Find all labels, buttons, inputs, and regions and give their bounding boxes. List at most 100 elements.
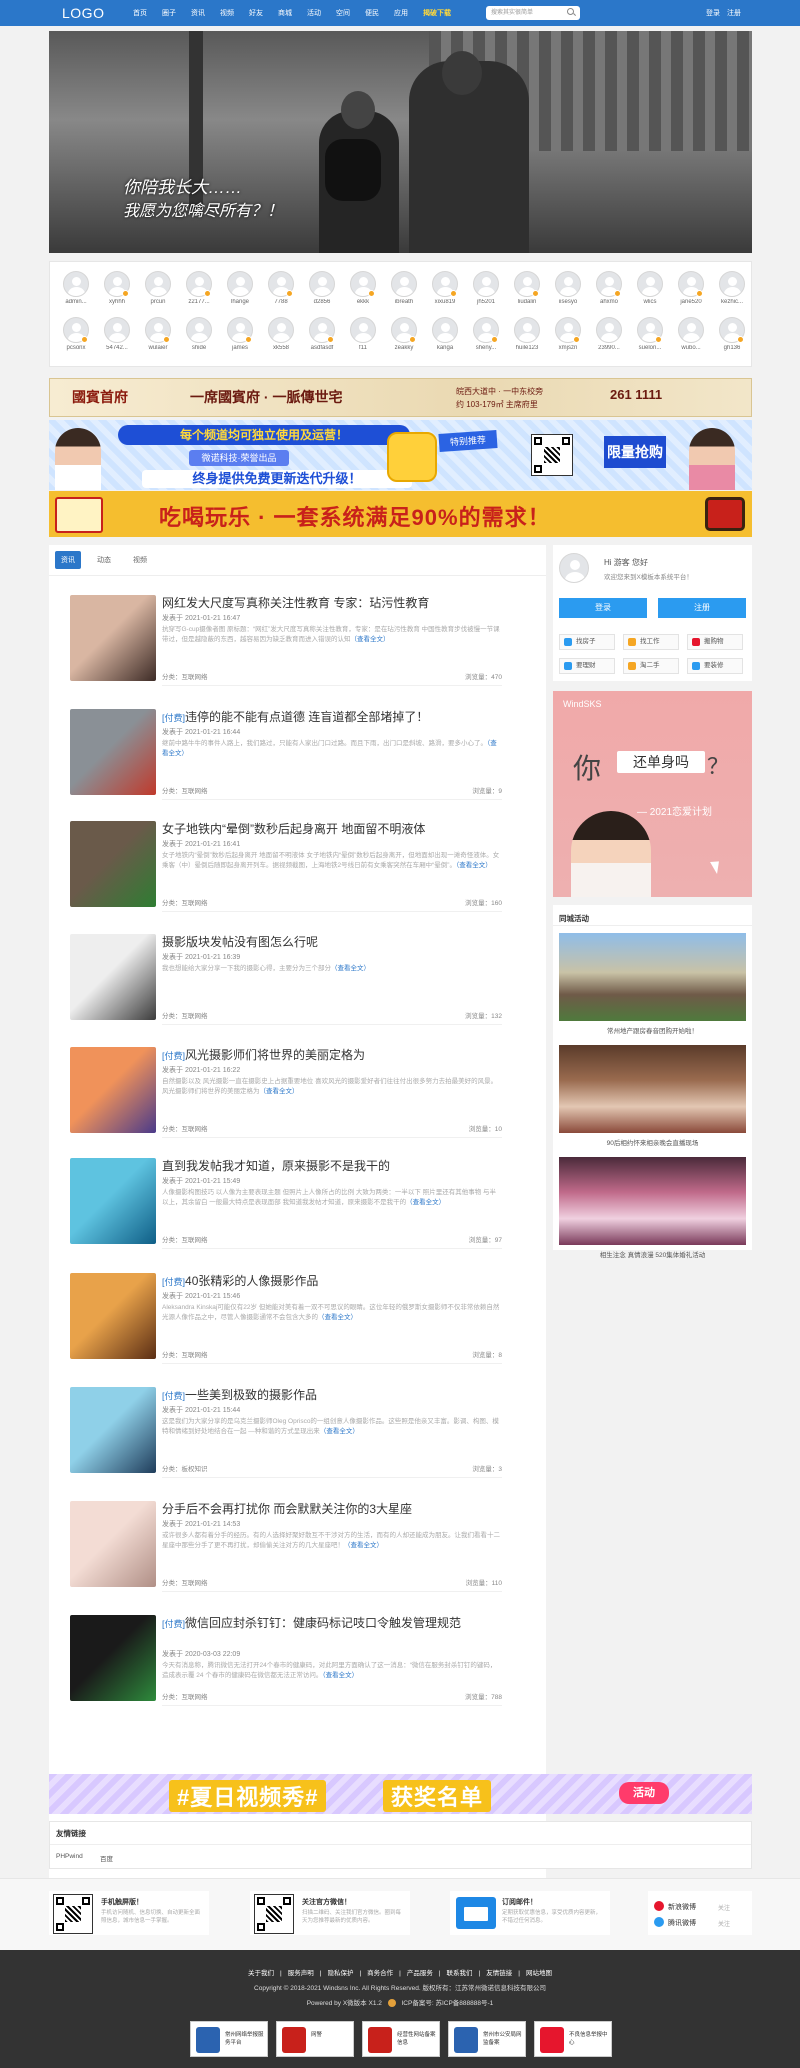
ad-banner-lifestyle[interactable]: 吃喝玩乐 · 一套系统满足90%的需求！ xyxy=(49,491,752,537)
post-title[interactable]: 女子地铁内“晕倒”数秒后起身离开 地面留不明液体 xyxy=(162,821,502,837)
post-category[interactable]: 分类：板权知识 xyxy=(162,1463,208,1473)
post-item[interactable]: 直到我发帖我才知道，原来摄影不是我干的 发表于 2021-01-21 15:49 人… xyxy=(70,1158,502,1268)
search-icon[interactable] xyxy=(567,8,574,15)
user-item[interactable]: prcun xyxy=(138,271,178,305)
hero-banner[interactable]: 你陪我长大…… 我愿为您噙尽所有？！ xyxy=(49,31,752,253)
tencent-weibo-label[interactable]: 腾讯微博 xyxy=(668,1918,696,1928)
sidebar-login-button[interactable]: 登录 xyxy=(559,598,647,618)
footer-link-3[interactable]: 商务合作 xyxy=(367,1970,393,1977)
nav-item-5[interactable]: 商城 xyxy=(278,8,292,18)
post-category[interactable]: 分类：互联网络 xyxy=(162,1123,208,1133)
user-item[interactable]: ibreath xyxy=(384,271,424,305)
friend-link-phpwind[interactable]: PHPwind xyxy=(56,1853,83,1860)
post-title[interactable]: [付费]一些美到极致的摄影作品 xyxy=(162,1387,502,1404)
footer-badge-3[interactable]: 常州市公安局网监备案 xyxy=(448,2021,526,2057)
sidebar-link-3[interactable]: 要理财 xyxy=(559,658,615,674)
post-thumbnail[interactable] xyxy=(70,1501,156,1587)
post-category[interactable]: 分类：互联网络 xyxy=(162,671,208,681)
ad-banner-real-estate[interactable]: 國賓首府 一席國賓府 · 一脈傳世宅 皖西大道中 · 一中东校旁 约 103-1… xyxy=(49,378,752,417)
read-more-link[interactable]: （查看全文） xyxy=(260,1088,299,1095)
sidebar-link-2[interactable]: 搬购物 xyxy=(687,634,743,650)
nav-item-7[interactable]: 空间 xyxy=(336,8,350,18)
footer-badge-1[interactable]: 网警 xyxy=(276,2021,354,2057)
user-item[interactable]: zeakky xyxy=(384,317,424,351)
post-category[interactable]: 分类：互联网络 xyxy=(162,1691,208,1701)
post-title[interactable]: [付费]40张精彩的人像摄影作品 xyxy=(162,1273,502,1290)
footer-link-6[interactable]: 友情链接 xyxy=(486,1970,512,1977)
post-thumbnail[interactable] xyxy=(70,595,156,681)
nav-item-1[interactable]: 圈子 xyxy=(162,8,176,18)
tab-0[interactable]: 资讯 xyxy=(55,551,81,569)
post-thumbnail[interactable] xyxy=(70,1047,156,1133)
post-thumbnail[interactable] xyxy=(70,1615,156,1701)
user-item[interactable]: 7788 xyxy=(261,271,301,305)
footer-badge-4[interactable]: 不良信息举报中心 xyxy=(534,2021,612,2057)
icp-text[interactable]: ICP备案号: 苏ICP备888888号-1 xyxy=(402,2000,494,2007)
user-item[interactable]: jane520 xyxy=(671,271,711,305)
post-thumbnail[interactable] xyxy=(70,934,156,1020)
post-title[interactable]: 直到我发帖我才知道，原来摄影不是我干的 xyxy=(162,1158,502,1174)
user-item[interactable]: suelon... xyxy=(630,317,670,351)
post-title[interactable]: [付费]风光摄影师们将世界的美丽定格为 xyxy=(162,1047,502,1064)
user-item[interactable]: liudalin xyxy=(507,271,547,305)
nav-item-3[interactable]: 视频 xyxy=(220,8,234,18)
activity-caption[interactable]: 常州地产跟房春音团购开始啦！ xyxy=(553,1025,752,1035)
nav-item-9[interactable]: 应用 xyxy=(394,8,408,18)
footer-link-5[interactable]: 联系我们 xyxy=(447,1970,473,1977)
register-link[interactable]: 注册 xyxy=(727,10,741,17)
activity-caption[interactable]: 90后相约怀来相亲晚会直播现场 xyxy=(553,1137,752,1147)
user-item[interactable]: kezhic... xyxy=(712,271,752,305)
post-category[interactable]: 分类：互联网络 xyxy=(162,785,208,795)
mobile-promo[interactable]: 手机触屏版！ 手机访问随机、信息切换、自动更新全面照信息，城市信息一手掌握。 xyxy=(49,1891,209,1935)
post-category[interactable]: 分类：互联网络 xyxy=(162,1577,208,1587)
read-more-link[interactable]: （查看全文） xyxy=(456,862,492,869)
tab-1[interactable]: 动态 xyxy=(91,551,117,569)
user-item[interactable]: ekkk xyxy=(343,271,383,305)
user-item[interactable]: admin... xyxy=(56,271,96,305)
sidebar-link-0[interactable]: 找房子 xyxy=(559,634,615,650)
activity-image[interactable] xyxy=(559,1157,746,1245)
nav-item-0[interactable]: 首页 xyxy=(133,8,147,18)
user-item[interactable]: wulaier xyxy=(138,317,178,351)
user-item[interactable]: ahxmo xyxy=(589,271,629,305)
friend-link-baidu[interactable]: 百度 xyxy=(100,1853,113,1863)
post-item[interactable]: 摄影版块发帖没有图怎么行呢 发表于 2021-01-21 16:39 我也想能给大家… xyxy=(70,934,502,1044)
tab-2[interactable]: 视频 xyxy=(127,551,153,569)
post-item[interactable]: [付费]微信回应封杀钉钉：健康码标记吱口令触发管理规范 发表于 2020-03-0… xyxy=(70,1615,502,1725)
user-item[interactable]: xyhhh xyxy=(97,271,137,305)
login-link[interactable]: 登录 xyxy=(706,10,720,17)
wechat-promo[interactable]: 关注官方微信！ 扫描二维码、关注我们官方微信。圈到每天为您推荐最新的优质内容。 xyxy=(250,1891,410,1935)
nav-item-6[interactable]: 活动 xyxy=(307,8,321,18)
footer-badge-0[interactable]: 常州网络举报服务平台 xyxy=(190,2021,268,2057)
post-title[interactable]: 摄影版块发帖没有图怎么行呢 xyxy=(162,934,502,950)
nav-item-8[interactable]: 便民 xyxy=(365,8,379,18)
nav-item-10[interactable]: 揭破下载 xyxy=(423,8,451,18)
user-item[interactable]: james xyxy=(220,317,260,351)
user-item[interactable]: xmjszn xyxy=(548,317,588,351)
user-item[interactable]: pcsonx xyxy=(56,317,96,351)
user-item[interactable]: shide xyxy=(179,317,219,351)
footer-badge-2[interactable]: 经营性网站备案信息 xyxy=(362,2021,440,2057)
read-more-link[interactable]: （查看全文） xyxy=(331,965,370,972)
sidebar-link-4[interactable]: 淘二手 xyxy=(623,658,679,674)
user-item[interactable]: jh5201 xyxy=(466,271,506,305)
post-category[interactable]: 分类：互联网络 xyxy=(162,1010,208,1020)
user-item[interactable]: f11 xyxy=(343,317,383,351)
post-item[interactable]: [付费]一些美到极致的摄影作品 发表于 2021-01-21 15:44 这是我们为… xyxy=(70,1387,502,1497)
read-more-link[interactable]: （查看全文） xyxy=(406,1199,445,1206)
ad-banner-dating[interactable]: WindSKS 你 还单身吗 ？ — 2021恋爱计划 xyxy=(553,691,752,897)
sidebar-link-5[interactable]: 要装修 xyxy=(687,658,743,674)
footer-link-2[interactable]: 隐私保护 xyxy=(327,1970,353,1977)
sidebar-register-button[interactable]: 注册 xyxy=(658,598,746,618)
site-logo[interactable]: LOGO xyxy=(62,5,104,21)
post-title[interactable]: [付费]违停的能不能有点道德 连盲道都全部堵掉了！ xyxy=(162,709,502,726)
user-item[interactable]: wubo... xyxy=(671,317,711,351)
post-item[interactable]: [付费]违停的能不能有点道德 连盲道都全部堵掉了！ 发表于 2021-01-21 … xyxy=(70,709,502,819)
post-category[interactable]: 分类：互联网络 xyxy=(162,1349,208,1359)
user-item[interactable]: xixu819 xyxy=(425,271,465,305)
post-item[interactable]: [付费]40张精彩的人像摄影作品 发表于 2021-01-21 15:46 Alek… xyxy=(70,1273,502,1383)
ad-banner-system[interactable]: 每个频道均可独立使用及运营！ 微诺科技·荣誉出品 终身提供免费更新迭代升级！ 特… xyxy=(49,420,752,490)
user-item[interactable]: asdfasdf xyxy=(302,317,342,351)
user-item[interactable]: 23990... xyxy=(589,317,629,351)
nav-item-4[interactable]: 好友 xyxy=(249,8,263,18)
